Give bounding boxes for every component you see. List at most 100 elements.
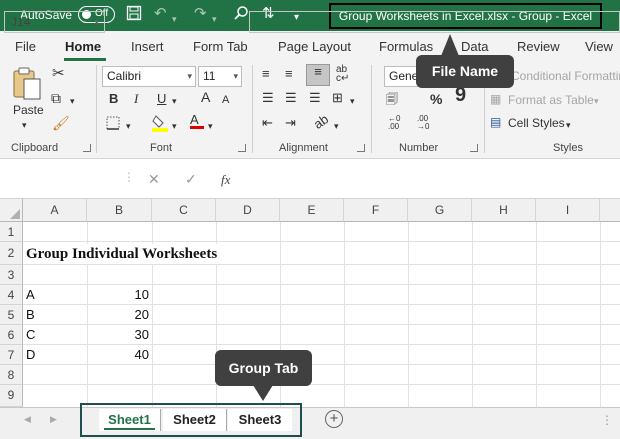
column-header-i[interactable]: I [536,199,600,222]
save-icon[interactable] [126,5,142,26]
decrease-decimal-icon[interactable]: .00 →0 [417,115,429,131]
align-left-icon[interactable]: ☰ [262,91,274,105]
row-header-3[interactable]: 3 [0,265,23,285]
redo-dropdown-icon[interactable]: ▾ [212,10,217,28]
row-header-8[interactable]: 8 [0,365,23,385]
tab-page-layout[interactable]: Page Layout [278,39,351,54]
column-header-c[interactable]: C [152,199,216,222]
font-size-select[interactable]: 11 ▾ [198,66,242,87]
cancel-entry-icon[interactable]: ✕ [148,171,160,188]
orientation-icon[interactable]: ab [311,111,331,132]
percent-button[interactable]: % [430,92,442,106]
search-icon[interactable] [233,5,249,26]
sheet-bar-splitter-icon[interactable]: ⋮ [601,413,613,427]
align-center-icon[interactable]: ☰ [285,91,297,105]
font-name-select[interactable]: Calibri ▾ [102,66,196,87]
increase-decimal-icon[interactable]: ←0.00 [388,115,400,131]
format-painter-icon[interactable]: 🖌 [52,116,70,130]
column-header-b[interactable]: B [87,199,152,222]
column-header-partial[interactable] [600,199,620,222]
column-header-d[interactable]: D [216,199,280,222]
cell-a6[interactable]: C [26,325,35,345]
copy-icon[interactable]: ⧉ [51,91,61,105]
align-bottom-icon[interactable]: ≡ [306,64,330,86]
wrap-text-icon[interactable]: ab c↵ [336,65,349,84]
cell-styles-button[interactable]: Cell Styles [508,116,565,130]
font-color-icon[interactable]: A [190,113,204,129]
decrease-indent-icon[interactable]: ⇤ [262,116,273,130]
undo-icon[interactable]: ↶ [154,5,167,23]
select-all-corner[interactable] [0,199,23,222]
align-right-icon[interactable]: ☰ [309,91,321,105]
tab-insert[interactable]: Insert [131,39,164,54]
paste-label[interactable]: Paste [13,103,44,117]
orientation-dropdown-icon[interactable]: ▾ [334,119,339,133]
column-header-f[interactable]: F [344,199,408,222]
cell-b4[interactable]: 10 [88,285,149,305]
borders-icon[interactable] [106,116,120,133]
fill-color-dropdown-icon[interactable]: ▾ [172,119,177,133]
clipboard-launcher-icon[interactable] [83,144,91,152]
font-launcher-icon[interactable] [238,144,246,152]
italic-button[interactable]: I [134,92,138,106]
row-header-9[interactable]: 9 [0,385,23,407]
underline-dropdown-icon[interactable]: ▾ [172,94,177,108]
copy-dropdown-icon[interactable]: ▾ [70,94,75,108]
format-as-table-button[interactable]: Format as Table [508,93,594,107]
scroll-sheets-right-icon[interactable]: ▶ [50,414,57,425]
bold-button[interactable]: B [109,92,118,106]
confirm-entry-icon[interactable]: ✓ [185,171,197,188]
comma-button[interactable]: 9 [455,85,466,105]
tab-data[interactable]: Data [461,39,488,54]
cell-a4[interactable]: A [26,285,35,305]
cell-b6[interactable]: 30 [88,325,149,345]
accounting-format-icon[interactable]: 🗐 [386,92,398,106]
tab-form-tab[interactable]: Form Tab [193,39,248,54]
merge-dropdown-icon[interactable]: ▾ [350,94,355,108]
shrink-font-button[interactable]: A [222,93,229,107]
row-header-6[interactable]: 6 [0,325,23,345]
tab-file[interactable]: File [15,39,36,54]
alignment-launcher-icon[interactable] [357,144,365,152]
insert-function-button[interactable]: fx [221,172,230,188]
row-header-2[interactable]: 2 [0,242,23,265]
name-box[interactable]: J14 ▾ [4,11,105,33]
font-color-dropdown-icon[interactable]: ▾ [208,119,213,133]
increase-indent-icon[interactable]: ⇥ [285,116,296,130]
row-header-4[interactable]: 4 [0,285,23,305]
redo-icon[interactable]: ↷ [194,5,207,23]
scroll-sheets-left-icon[interactable]: ◀ [24,414,31,425]
row-header-1[interactable]: 1 [0,222,23,242]
cell-a5[interactable]: B [26,305,35,325]
align-top-icon[interactable]: ≡ [262,67,270,81]
grow-font-button[interactable]: A [201,90,210,104]
number-launcher-icon[interactable] [470,144,478,152]
conditional-formatting-button[interactable]: Conditional Formatting [511,69,620,83]
column-header-e[interactable]: E [280,199,344,222]
paste-dropdown-icon[interactable]: ▾ [22,118,27,132]
tab-view[interactable]: View [585,39,613,54]
underline-button[interactable]: U [157,92,166,106]
column-header-a[interactable]: A [23,199,87,222]
column-header-g[interactable]: G [408,199,472,222]
merge-center-icon[interactable]: ⊞ [332,91,343,105]
tab-formulas[interactable]: Formulas [379,39,433,54]
formula-input[interactable] [249,11,620,33]
row-header-5[interactable]: 5 [0,305,23,325]
undo-dropdown-icon[interactable]: ▾ [172,10,177,28]
format-table-dropdown-icon[interactable]: ▾ [594,94,599,108]
borders-dropdown-icon[interactable]: ▾ [126,119,131,133]
column-header-h[interactable]: H [472,199,536,222]
cell-b5[interactable]: 20 [88,305,149,325]
cut-icon[interactable]: ✂ [52,66,65,81]
tab-review[interactable]: Review [517,39,560,54]
add-sheet-icon[interactable]: + [325,410,343,428]
tab-home[interactable]: Home [65,39,101,54]
cell-a7[interactable]: D [26,345,35,365]
fill-color-icon[interactable] [152,114,168,135]
row-header-7[interactable]: 7 [0,345,23,365]
paste-icon[interactable] [11,67,43,104]
cell-a2-title[interactable]: Group Individual Worksheets [26,244,222,264]
align-middle-icon[interactable]: ≡ [285,67,293,81]
cell-b7[interactable]: 40 [88,345,149,365]
